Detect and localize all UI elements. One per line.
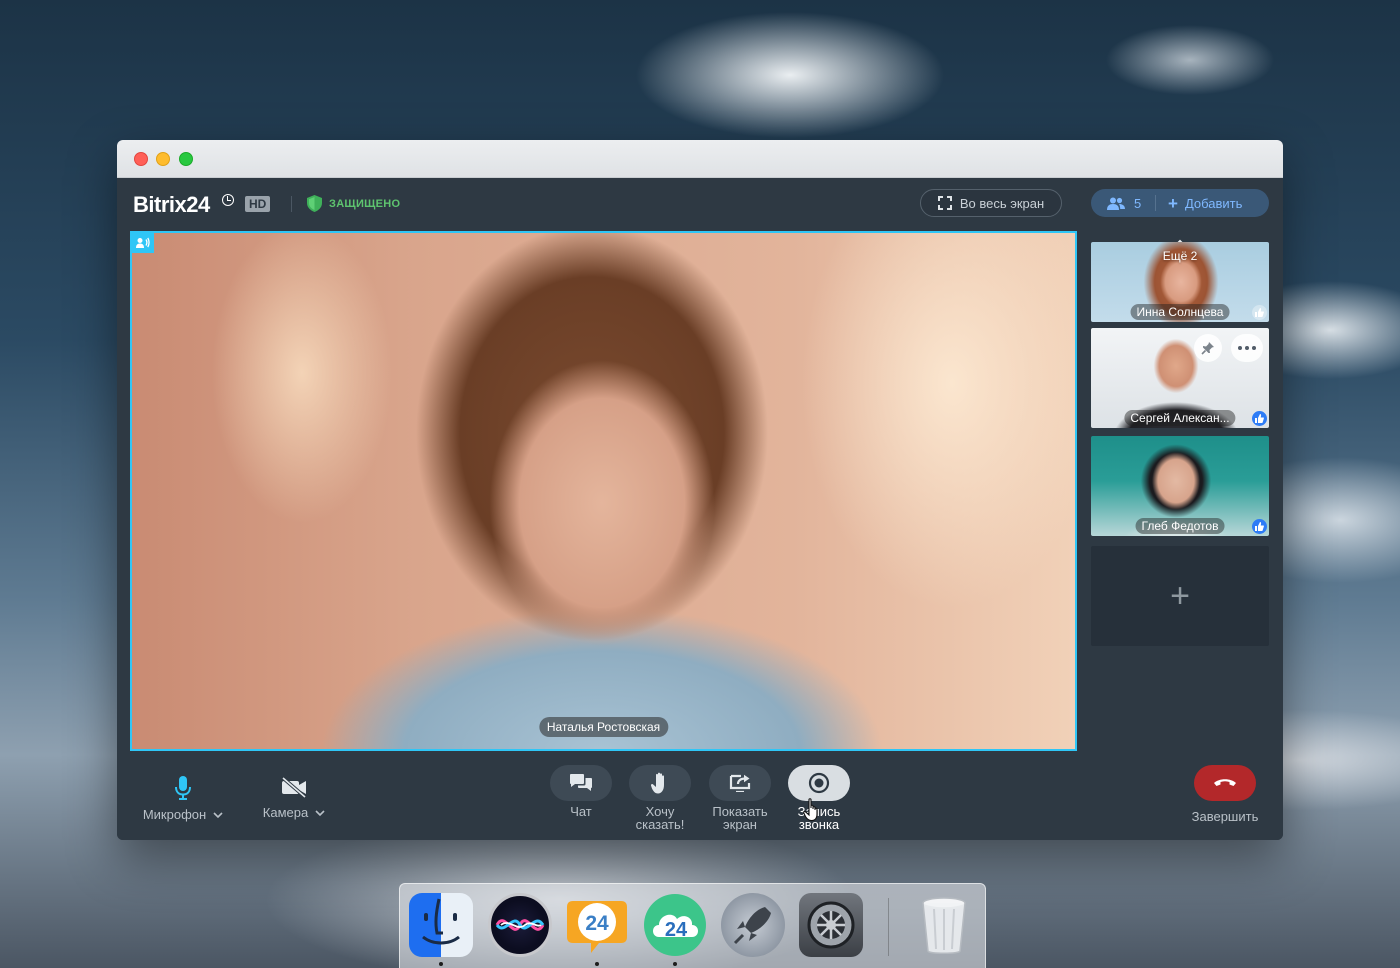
plus-icon: + (1168, 193, 1178, 213)
microphone-icon (175, 776, 191, 800)
thumbs-up-icon (1252, 305, 1267, 320)
window-maximize-button[interactable] (179, 152, 193, 166)
share-screen-control[interactable]: Показать экран (709, 765, 771, 831)
hand-cursor-icon (803, 798, 818, 822)
raise-hand-control[interactable]: Хочу сказать! (629, 765, 691, 831)
microphone-label: Микрофон (142, 807, 207, 822)
dock-running-indicator (673, 962, 677, 966)
end-call-button[interactable] (1194, 765, 1256, 801)
participant-tile[interactable]: Ещё 2 Инна Солнцева (1091, 242, 1269, 322)
trash-icon[interactable] (912, 893, 976, 957)
fullscreen-label: Во весь экран (959, 195, 1045, 211)
shield-icon (307, 195, 322, 212)
hd-badge: HD (245, 196, 271, 212)
participant-name: Глеб Федотов (1135, 518, 1225, 534)
share-screen-label-line2: экран (723, 817, 757, 832)
chevron-down-icon[interactable] (213, 810, 223, 820)
participant-name: Инна Солнцева (1130, 304, 1230, 320)
camera-off-icon (281, 776, 307, 798)
b24-chat-text: 24 (585, 912, 609, 935)
participant-name: Сергей Алексан... (1124, 410, 1236, 426)
fullscreen-button[interactable]: Во весь экран (920, 189, 1062, 217)
hang-up-icon (1214, 779, 1236, 786)
speaking-indicator (132, 233, 154, 253)
speaker-icon (136, 237, 150, 248)
record-icon (808, 772, 830, 794)
add-participant-button[interactable]: + Добавить (1156, 195, 1242, 212)
window-close-button[interactable] (134, 152, 148, 166)
more-participants-label[interactable]: Ещё 2 (1091, 249, 1269, 263)
b24-cloud-text: 24 (665, 919, 688, 941)
secure-label: ЗАЩИЩЕНО (329, 197, 401, 210)
share-screen-icon (729, 774, 751, 792)
participants-bar: 5 + Добавить (1091, 189, 1269, 217)
dock-running-indicator (439, 962, 443, 966)
header-divider (291, 196, 292, 212)
chat-button[interactable] (550, 765, 612, 801)
participants-count: 5 (1134, 195, 1142, 211)
share-screen-button[interactable] (709, 765, 771, 801)
add-participant-tile[interactable]: + (1091, 546, 1269, 646)
siri-app-icon[interactable] (488, 893, 552, 957)
thumbs-up-icon (1252, 411, 1267, 426)
chat-label: Чат (570, 804, 592, 819)
hand-icon (651, 772, 664, 794)
plus-icon: + (1170, 577, 1190, 615)
dock-separator (888, 898, 889, 956)
secure-indicator: ЗАЩИЩЕНО (307, 195, 400, 212)
bitrix24-cloud-app-icon[interactable]: 24 (643, 893, 707, 957)
main-speaker-video[interactable]: Наталья Ростовская (130, 231, 1077, 751)
logo-clock-icon (222, 194, 234, 206)
users-icon (1107, 197, 1125, 210)
participant-tile[interactable]: Глеб Федотов (1091, 436, 1269, 536)
record-call-button[interactable] (788, 765, 850, 801)
macos-dock: 24 24 (399, 883, 986, 968)
more-options-button[interactable] (1231, 334, 1263, 362)
participant-tile[interactable]: Сергей Алексан... (1091, 328, 1269, 428)
main-speaker-name: Наталья Ростовская (538, 717, 669, 737)
pin-button[interactable] (1194, 334, 1222, 362)
bitrix24-messenger-app-icon[interactable]: 24 (565, 893, 629, 957)
call-app: Bitrix24 HD ЗАЩИЩЕНО Во весь экран 5 + Д… (117, 178, 1283, 840)
add-participant-label: Добавить (1184, 195, 1243, 211)
chat-icon (570, 774, 592, 791)
raise-hand-label-line2: сказать! (635, 817, 685, 832)
launchpad-app-icon[interactable] (721, 893, 785, 957)
end-call-label: Завершить (1191, 809, 1259, 824)
chat-control[interactable]: Чат (550, 765, 612, 818)
window-titlebar (117, 140, 1283, 178)
pin-icon (1201, 342, 1214, 355)
end-call-control[interactable]: Завершить (1183, 765, 1267, 823)
bitrix24-logo: Bitrix24 (133, 192, 210, 217)
video-call-window: Bitrix24 HD ЗАЩИЩЕНО Во весь экран 5 + Д… (117, 140, 1283, 840)
system-preferences-app-icon[interactable] (799, 893, 863, 957)
thumbs-up-icon (1252, 519, 1267, 534)
camera-control[interactable]: Камера (257, 776, 331, 819)
finder-app-icon[interactable] (409, 893, 473, 957)
participants-button[interactable]: 5 (1091, 196, 1155, 211)
window-minimize-button[interactable] (156, 152, 170, 166)
dock-running-indicator (595, 962, 599, 966)
chevron-down-icon[interactable] (315, 808, 325, 818)
fullscreen-icon (937, 196, 952, 210)
microphone-control[interactable]: Микрофон (137, 776, 229, 821)
camera-label: Камера (262, 805, 309, 820)
raise-hand-button[interactable] (629, 765, 691, 801)
